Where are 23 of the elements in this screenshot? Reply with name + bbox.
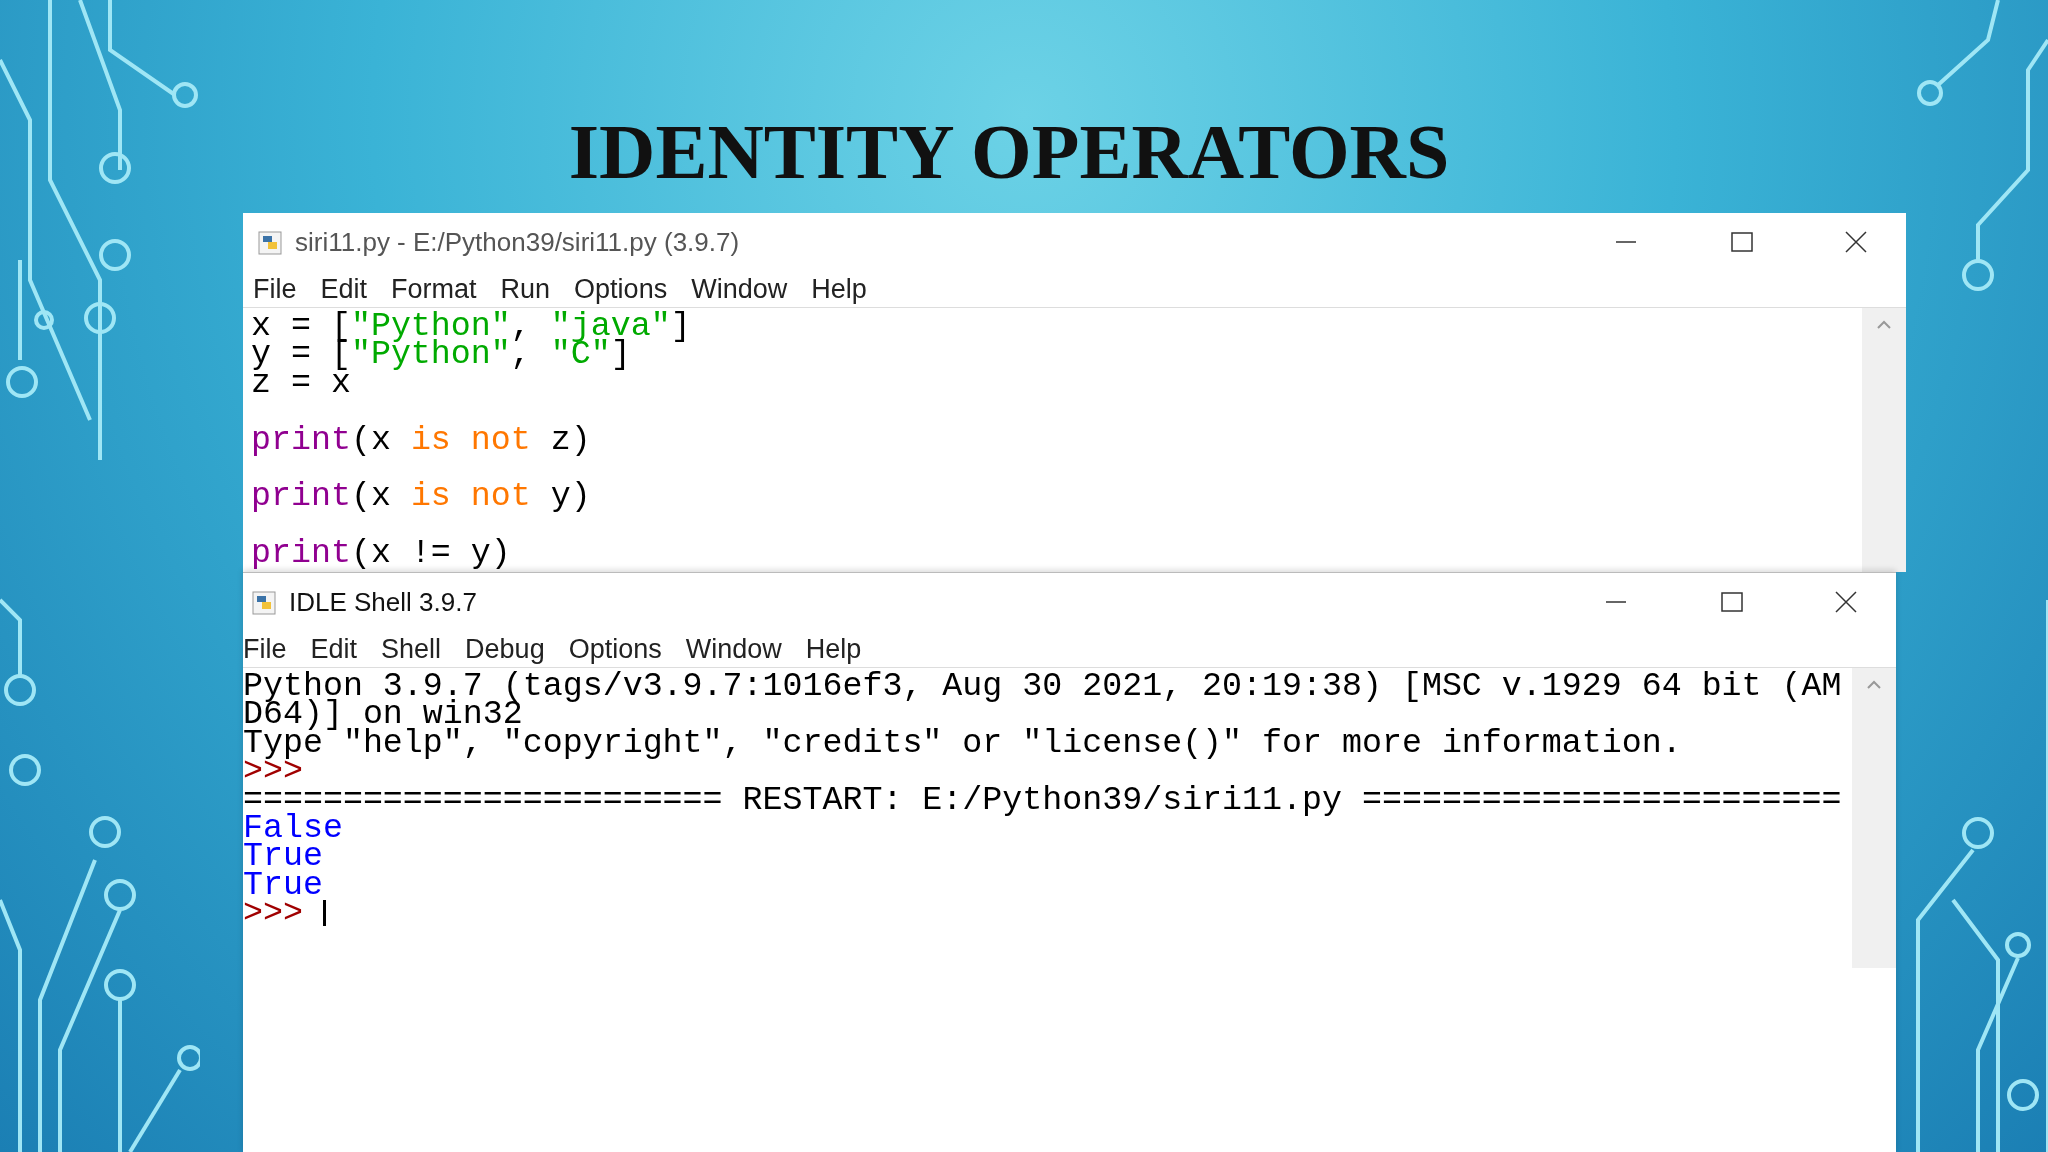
menu-item[interactable]: Edit [320, 273, 368, 305]
menu-item[interactable]: Window [691, 273, 788, 305]
window-title: IDLE Shell 3.9.7 [289, 586, 477, 618]
python-icon [257, 228, 285, 256]
menu-item[interactable]: Window [685, 633, 782, 665]
menu-item[interactable]: File [253, 273, 297, 305]
menu-item[interactable]: Run [500, 273, 551, 305]
slide-title: IDENTITY OPERATORS [568, 112, 1450, 192]
menu-item[interactable]: Format [391, 273, 477, 305]
shell-prompt: >>> [243, 894, 304, 933]
menu-item[interactable]: Options [574, 273, 668, 305]
menu-item[interactable]: Help [805, 633, 862, 665]
menu-item[interactable]: Help [811, 273, 867, 305]
menu-item[interactable]: Edit [310, 633, 358, 665]
menu-item[interactable]: Debug [465, 633, 545, 665]
code-line: print(x is not y) [251, 482, 591, 511]
menu-item[interactable]: Options [568, 633, 662, 665]
window-title: siri11.py - E:/Python39/siri11.py (3.9.7) [295, 226, 740, 258]
code-line: print(x != y) [251, 539, 511, 568]
code-line: print(x is not z) [251, 425, 591, 454]
menu-item[interactable]: File [243, 633, 287, 665]
python-icon [251, 588, 279, 616]
menu-item[interactable]: Shell [381, 633, 442, 665]
